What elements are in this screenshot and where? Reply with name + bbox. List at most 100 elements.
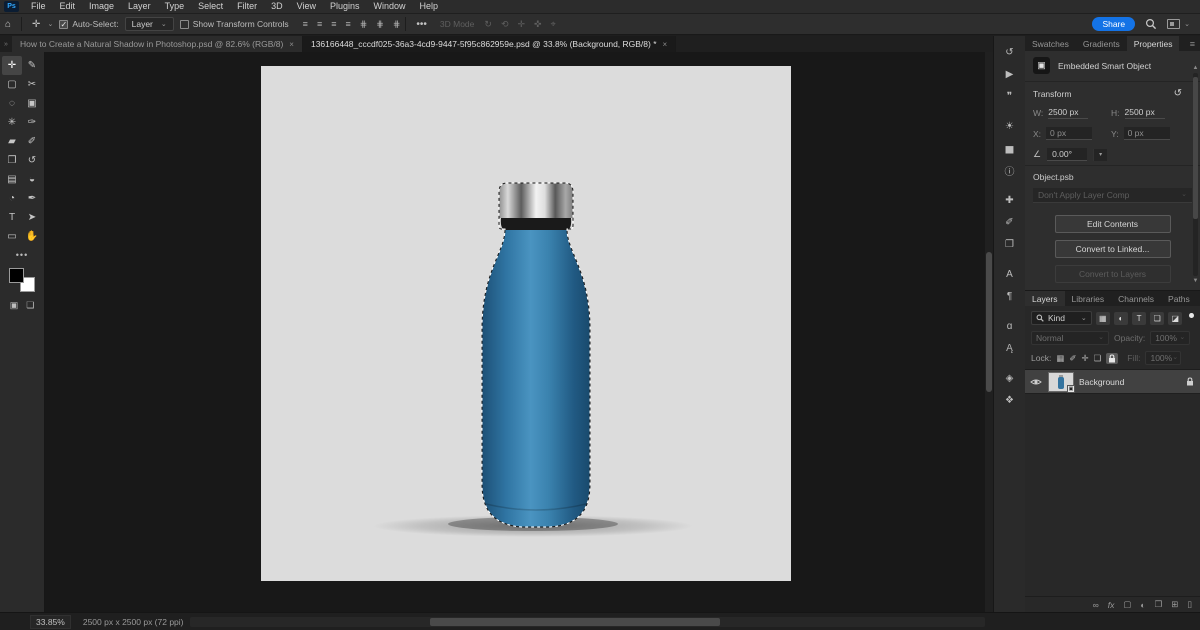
- x-field[interactable]: 0 px: [1046, 127, 1092, 140]
- 3d-orbit-icon[interactable]: ↻: [484, 19, 492, 30]
- pen-tool[interactable]: ✒: [22, 189, 42, 208]
- scroll-up-icon[interactable]: ▲: [1193, 65, 1199, 71]
- blend-mode-dropdown[interactable]: Normal ⌄: [1031, 331, 1109, 345]
- path-selection-tool[interactable]: ➤: [22, 208, 42, 227]
- menu-edit[interactable]: Edit: [53, 0, 83, 13]
- align-right-icon[interactable]: ≡: [331, 19, 336, 29]
- align-left-icon[interactable]: ≡: [303, 19, 308, 29]
- new-layer-icon[interactable]: ⊞: [1171, 599, 1178, 610]
- brush-tool[interactable]: ✐: [22, 132, 42, 151]
- blur-tool[interactable]: ◒: [22, 170, 42, 189]
- auto-select-checkbox[interactable]: ✓: [59, 20, 68, 29]
- delete-layer-icon[interactable]: ▯: [1187, 599, 1192, 610]
- character-styles-panel-icon[interactable]: Ą: [999, 338, 1021, 358]
- adjustment-layer-icon[interactable]: ◐: [1140, 600, 1145, 610]
- workspace-switcher-icon[interactable]: [1167, 19, 1180, 29]
- zoom-level-field[interactable]: 33.85%: [30, 615, 71, 629]
- search-icon[interactable]: [1145, 18, 1157, 30]
- actions-panel-icon[interactable]: ▶: [999, 64, 1021, 84]
- lock-pixels-icon[interactable]: ✐: [1069, 353, 1076, 364]
- 3d-roll-icon[interactable]: ⟲: [501, 19, 509, 30]
- eyedropper-tool[interactable]: ✑: [22, 113, 42, 132]
- doc-tab-shadow-tutorial[interactable]: How to Create a Natural Shadow in Photos…: [12, 36, 303, 52]
- menu-window[interactable]: Window: [367, 0, 413, 13]
- properties-scrollbar[interactable]: ▲ ▼: [1192, 65, 1199, 284]
- layer-comp-dropdown[interactable]: Don't Apply Layer Comp ⌄: [1033, 188, 1192, 203]
- menu-image[interactable]: Image: [82, 0, 121, 13]
- materials-panel-icon[interactable]: ❖: [999, 390, 1021, 410]
- more-options-icon[interactable]: •••: [411, 19, 432, 30]
- tab-properties[interactable]: Properties: [1127, 36, 1180, 51]
- chevron-down-icon[interactable]: ⌄: [47, 20, 53, 28]
- foreground-color-chip[interactable]: [9, 268, 24, 283]
- align-middle-icon[interactable]: ⋕: [376, 19, 384, 30]
- 3d-slide-icon[interactable]: ✜: [534, 19, 542, 30]
- share-button[interactable]: Share: [1092, 17, 1135, 31]
- color-swatches[interactable]: [9, 268, 35, 292]
- clone-stamp-tool[interactable]: ❐: [2, 151, 22, 170]
- horizontal-scrollbar-thumb[interactable]: [430, 618, 720, 626]
- vertical-scrollbar-thumb[interactable]: [986, 252, 992, 392]
- new-group-icon[interactable]: ❒: [1155, 599, 1163, 610]
- canvas-vertical-scrollbar[interactable]: [985, 52, 993, 612]
- convert-to-linked-button[interactable]: Convert to Linked...: [1055, 240, 1171, 258]
- crop-tool[interactable]: ✂: [22, 75, 42, 94]
- tab-overflow-icon[interactable]: »: [0, 36, 12, 52]
- tab-swatches[interactable]: Swatches: [1025, 36, 1076, 51]
- tab-gradients[interactable]: Gradients: [1076, 36, 1127, 51]
- notes-panel-icon[interactable]: ❞: [999, 86, 1021, 106]
- convert-to-layers-button[interactable]: Convert to Layers: [1055, 265, 1171, 283]
- show-transform-controls-checkbox[interactable]: [180, 20, 189, 29]
- doc-tab-bottle-psd[interactable]: 136166448_cccdf025-36a3-4cd9-9447-5f95c8…: [303, 36, 676, 52]
- tab-channels[interactable]: Channels: [1111, 291, 1161, 306]
- properties-scrollbar-thumb[interactable]: [1193, 77, 1198, 219]
- 3d-panel-icon[interactable]: ◈: [999, 368, 1021, 388]
- gradient-tool[interactable]: ▤: [2, 170, 22, 189]
- move-tool-icon[interactable]: ✛: [27, 19, 45, 30]
- tab-paths[interactable]: Paths: [1161, 291, 1197, 306]
- align-bottom-icon[interactable]: ⋕: [393, 19, 401, 30]
- link-layers-icon[interactable]: ∞: [1093, 600, 1099, 610]
- clone-source-panel-icon[interactable]: ❐: [999, 234, 1021, 254]
- canvas-horizontal-scrollbar[interactable]: [190, 617, 985, 627]
- home-icon[interactable]: ⌂: [0, 19, 16, 30]
- fill-dropdown[interactable]: 100% ⌄: [1145, 351, 1181, 365]
- lasso-tool[interactable]: ◌: [2, 94, 22, 113]
- layer-visibility-toggle[interactable]: [1029, 378, 1043, 386]
- opacity-dropdown[interactable]: 100% ⌄: [1150, 331, 1190, 345]
- screen-mode-icon[interactable]: ❏: [26, 300, 34, 311]
- menu-plugins[interactable]: Plugins: [323, 0, 367, 13]
- align-center-icon[interactable]: ≡: [317, 19, 322, 29]
- layer-name[interactable]: Background: [1079, 377, 1124, 387]
- angle-dropdown-icon[interactable]: ▾: [1093, 149, 1107, 161]
- menu-select[interactable]: Select: [191, 0, 230, 13]
- 3d-pan-icon[interactable]: ✛: [517, 19, 525, 30]
- filter-toggle-icon[interactable]: [1189, 313, 1194, 318]
- history-panel-icon[interactable]: ↺: [999, 42, 1021, 62]
- panel-menu-icon[interactable]: ≡: [1185, 36, 1200, 51]
- reset-transform-icon[interactable]: ↺: [1174, 88, 1182, 99]
- histogram-panel-icon[interactable]: ▅: [999, 138, 1021, 158]
- width-field[interactable]: 2500 px: [1048, 107, 1088, 119]
- filter-type-layers-icon[interactable]: T: [1132, 312, 1146, 325]
- menu-view[interactable]: View: [290, 0, 323, 13]
- scroll-down-icon[interactable]: ▼: [1193, 278, 1199, 284]
- object-selection-tool[interactable]: ✎: [22, 56, 42, 75]
- lock-position-icon[interactable]: ✛: [1081, 353, 1088, 364]
- info-panel-icon[interactable]: ⓘ: [999, 160, 1021, 180]
- quick-mask-icon[interactable]: ▣: [10, 300, 19, 311]
- photoshop-logo[interactable]: Ps: [4, 1, 19, 12]
- align-top-icon[interactable]: ⋕: [360, 19, 368, 30]
- layer-row-background[interactable]: ▣ Background: [1025, 370, 1200, 394]
- type-tool[interactable]: T: [2, 208, 22, 227]
- close-icon[interactable]: ×: [289, 40, 294, 49]
- dodge-tool[interactable]: ◔: [2, 189, 22, 208]
- menu-help[interactable]: Help: [413, 0, 446, 13]
- magic-wand-tool[interactable]: ✳: [2, 113, 22, 132]
- history-brush-tool[interactable]: ↺: [22, 151, 42, 170]
- rotation-angle-field[interactable]: 0.00°: [1047, 148, 1087, 161]
- height-field[interactable]: 2500 px: [1125, 107, 1165, 119]
- hand-tool[interactable]: ✋: [22, 227, 42, 246]
- layer-mask-icon[interactable]: ▢: [1123, 599, 1131, 610]
- shape-tool[interactable]: ▭: [2, 227, 22, 246]
